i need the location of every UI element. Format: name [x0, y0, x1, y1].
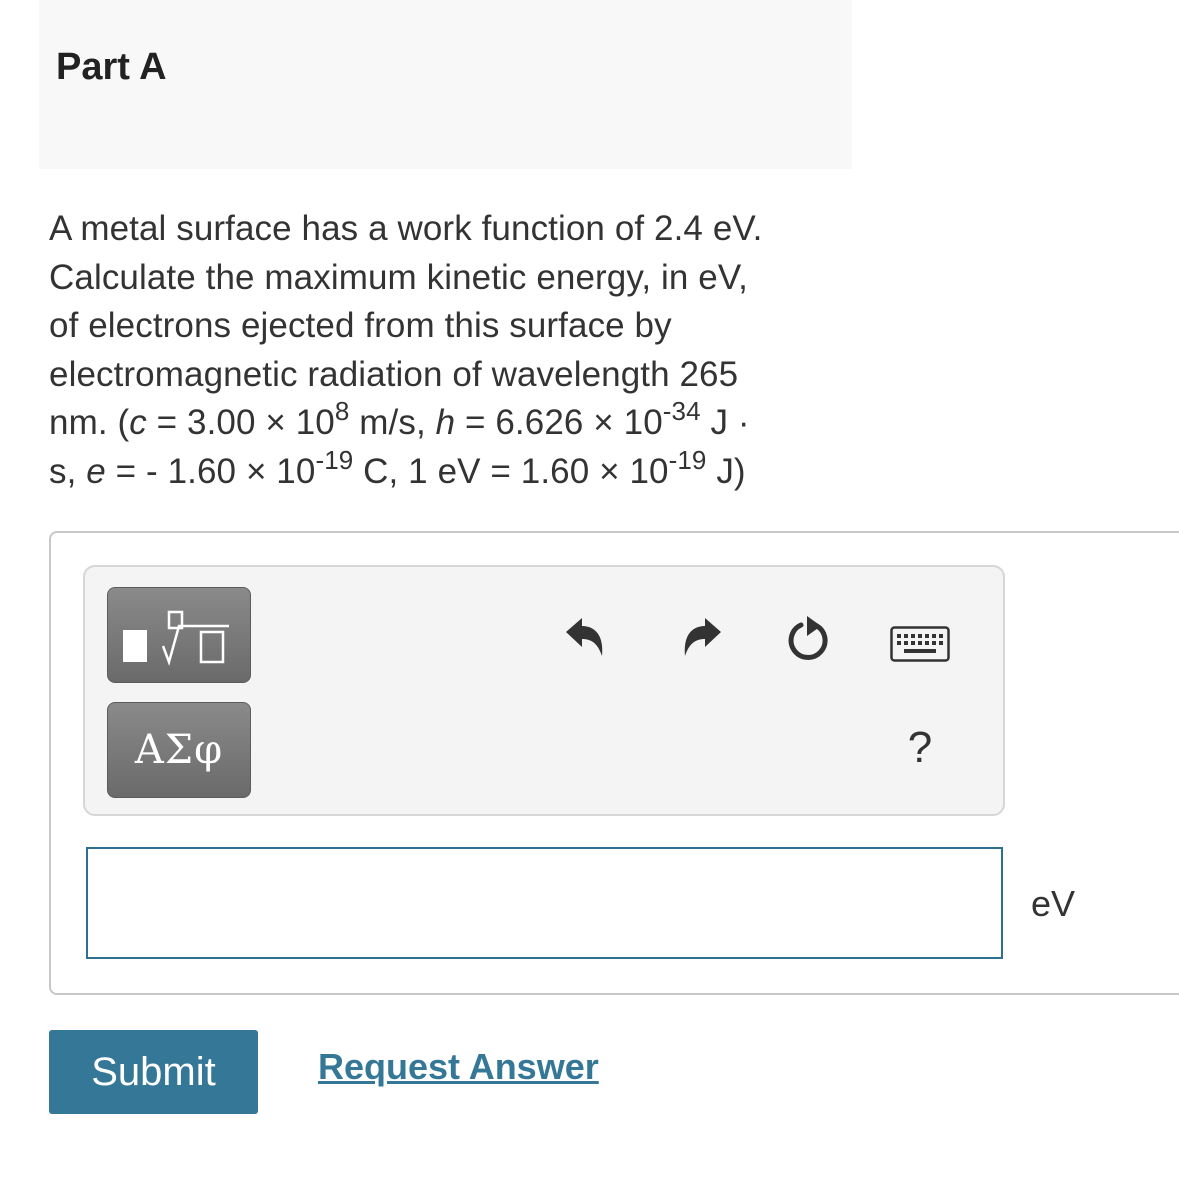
greek-symbols-button[interactable]: ΑΣφ	[107, 702, 251, 798]
redo-icon	[684, 618, 721, 656]
undo-button[interactable]	[560, 612, 610, 662]
fraction-sqrt-templates-icon	[123, 610, 229, 667]
templates-button[interactable]	[107, 587, 251, 683]
keyboard-button[interactable]	[889, 625, 951, 663]
request-answer-link[interactable]: Request Answer	[318, 1046, 599, 1088]
question-line: A metal surface has a work function of 2…	[49, 209, 763, 248]
part-header: Part A	[39, 0, 852, 169]
question-text: A metal surface has a work function of 2…	[49, 205, 849, 496]
math-toolbar: ΑΣφ ?	[83, 565, 1005, 816]
redo-button[interactable]	[677, 612, 727, 662]
keyboard-icon	[890, 626, 950, 662]
question-line: Calculate the maximum kinetic energy, in…	[49, 257, 748, 297]
undo-icon	[566, 618, 603, 656]
unit-label: eV	[1031, 883, 1076, 924]
reset-icon	[788, 616, 828, 660]
question-line: electromagnetic radiation of wavelength …	[49, 354, 739, 394]
help-button[interactable]: ?	[900, 720, 940, 776]
submit-button[interactable]: Submit	[49, 1030, 258, 1114]
reset-button[interactable]	[781, 612, 837, 668]
answer-input[interactable]	[86, 847, 1003, 959]
question-line: s, e = - 1.60 × 10-19 C, 1 eV = 1.60 × 1…	[49, 444, 746, 491]
question-line: of electrons ejected from this surface b…	[49, 306, 672, 345]
question-line: nm. (c = 3.00 × 108 m/s, h = 6.626 × 10-…	[49, 396, 750, 442]
part-title: Part A	[56, 46, 167, 88]
